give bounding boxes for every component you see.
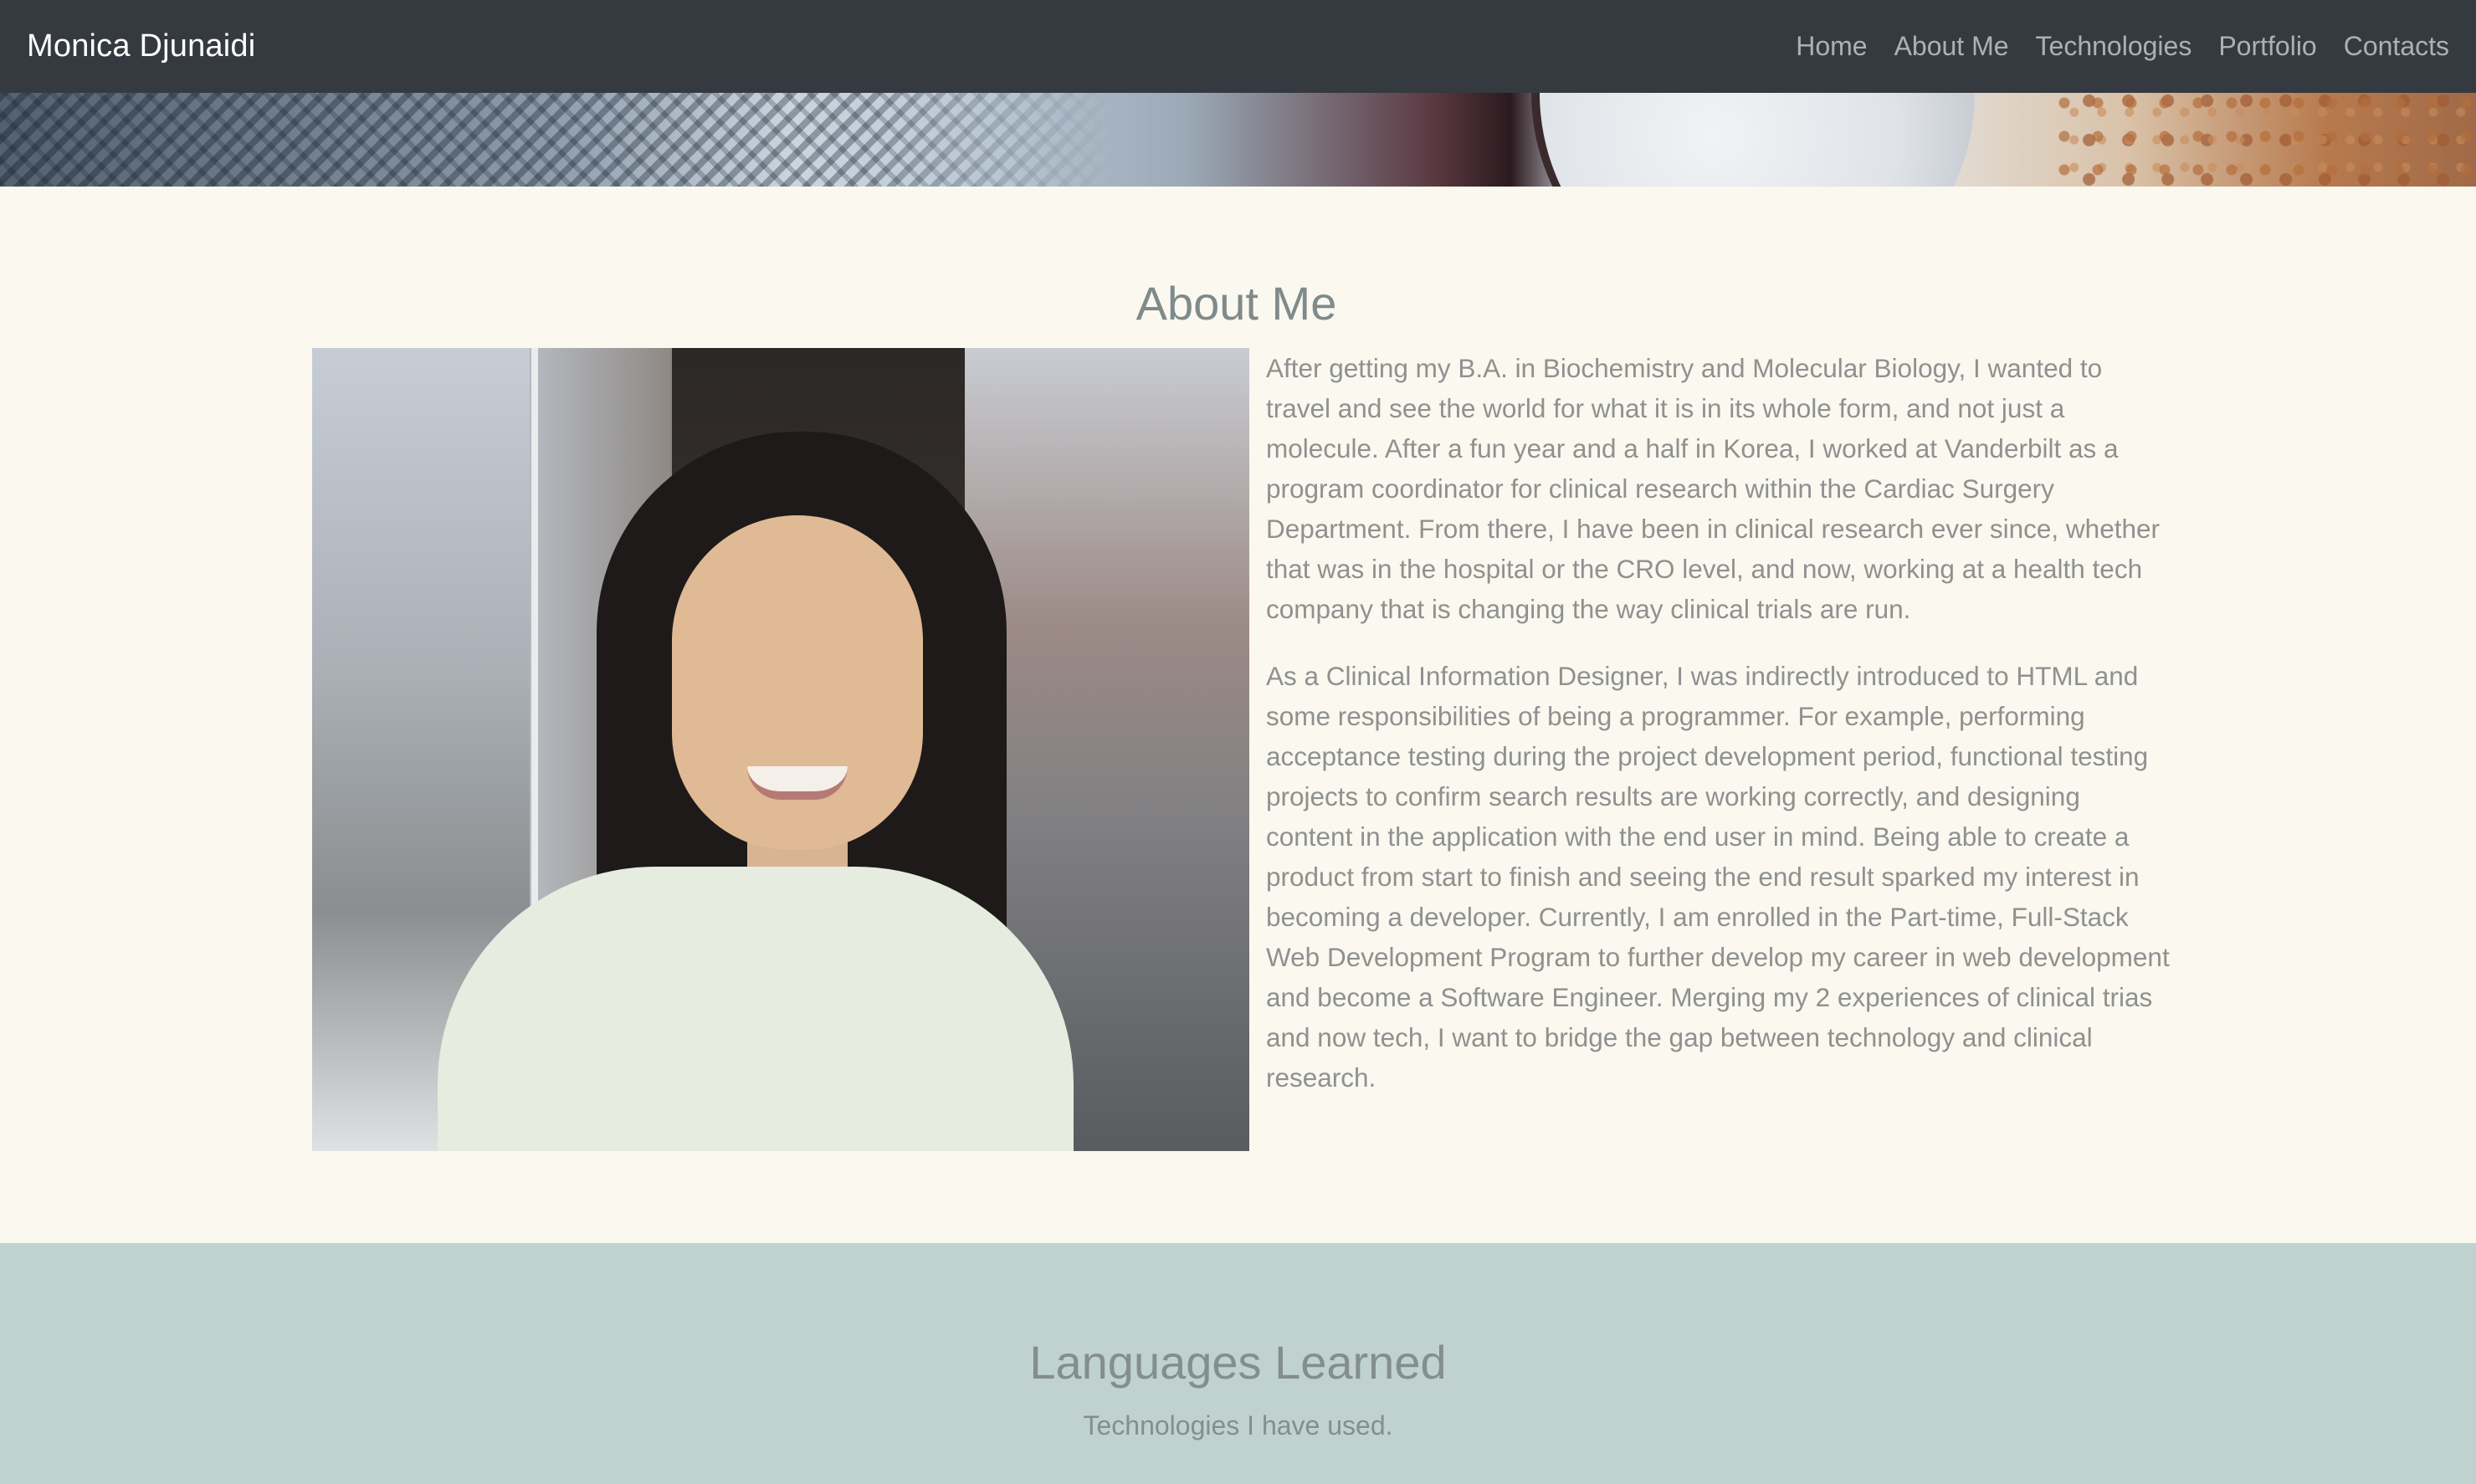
hero-banner-image <box>0 93 2476 187</box>
brand-link[interactable]: Monica Djunaidi <box>27 28 255 64</box>
nav-link-home[interactable]: Home <box>1796 31 1867 62</box>
about-title-text: About Me <box>1135 277 1337 330</box>
navbar: Monica Djunaidi Home About Me Technologi… <box>0 0 2476 93</box>
nav-links: Home About Me Technologies Portfolio Con… <box>1796 31 2449 62</box>
nav-link-technologies[interactable]: Technologies <box>2036 31 2192 62</box>
profile-photo <box>312 348 1249 1151</box>
photo-face <box>672 515 923 850</box>
photo-shirt <box>438 867 1074 1151</box>
languages-section: Languages Learned Technologies I have us… <box>0 1243 2476 1484</box>
nav-link-about[interactable]: About Me <box>1894 31 2009 62</box>
hero-bowl <box>1540 93 1975 187</box>
nav-link-contacts[interactable]: Contacts <box>2344 31 2449 62</box>
about-title: About Me <box>0 276 2476 330</box>
languages-subtitle: Technologies I have used. <box>1083 1410 1393 1441</box>
nav-link-portfolio[interactable]: Portfolio <box>2218 31 2316 62</box>
about-paragraph-2: As a Clinical Information Designer, I wa… <box>1266 661 2170 1093</box>
languages-title: Languages Learned <box>1029 1336 1447 1389</box>
hero-speckle <box>2058 93 2476 187</box>
about-paragraph-1: After getting my B.A. in Biochemistry an… <box>1266 353 2161 624</box>
about-text: After getting my B.A. in Biochemistry an… <box>1266 348 2170 1124</box>
